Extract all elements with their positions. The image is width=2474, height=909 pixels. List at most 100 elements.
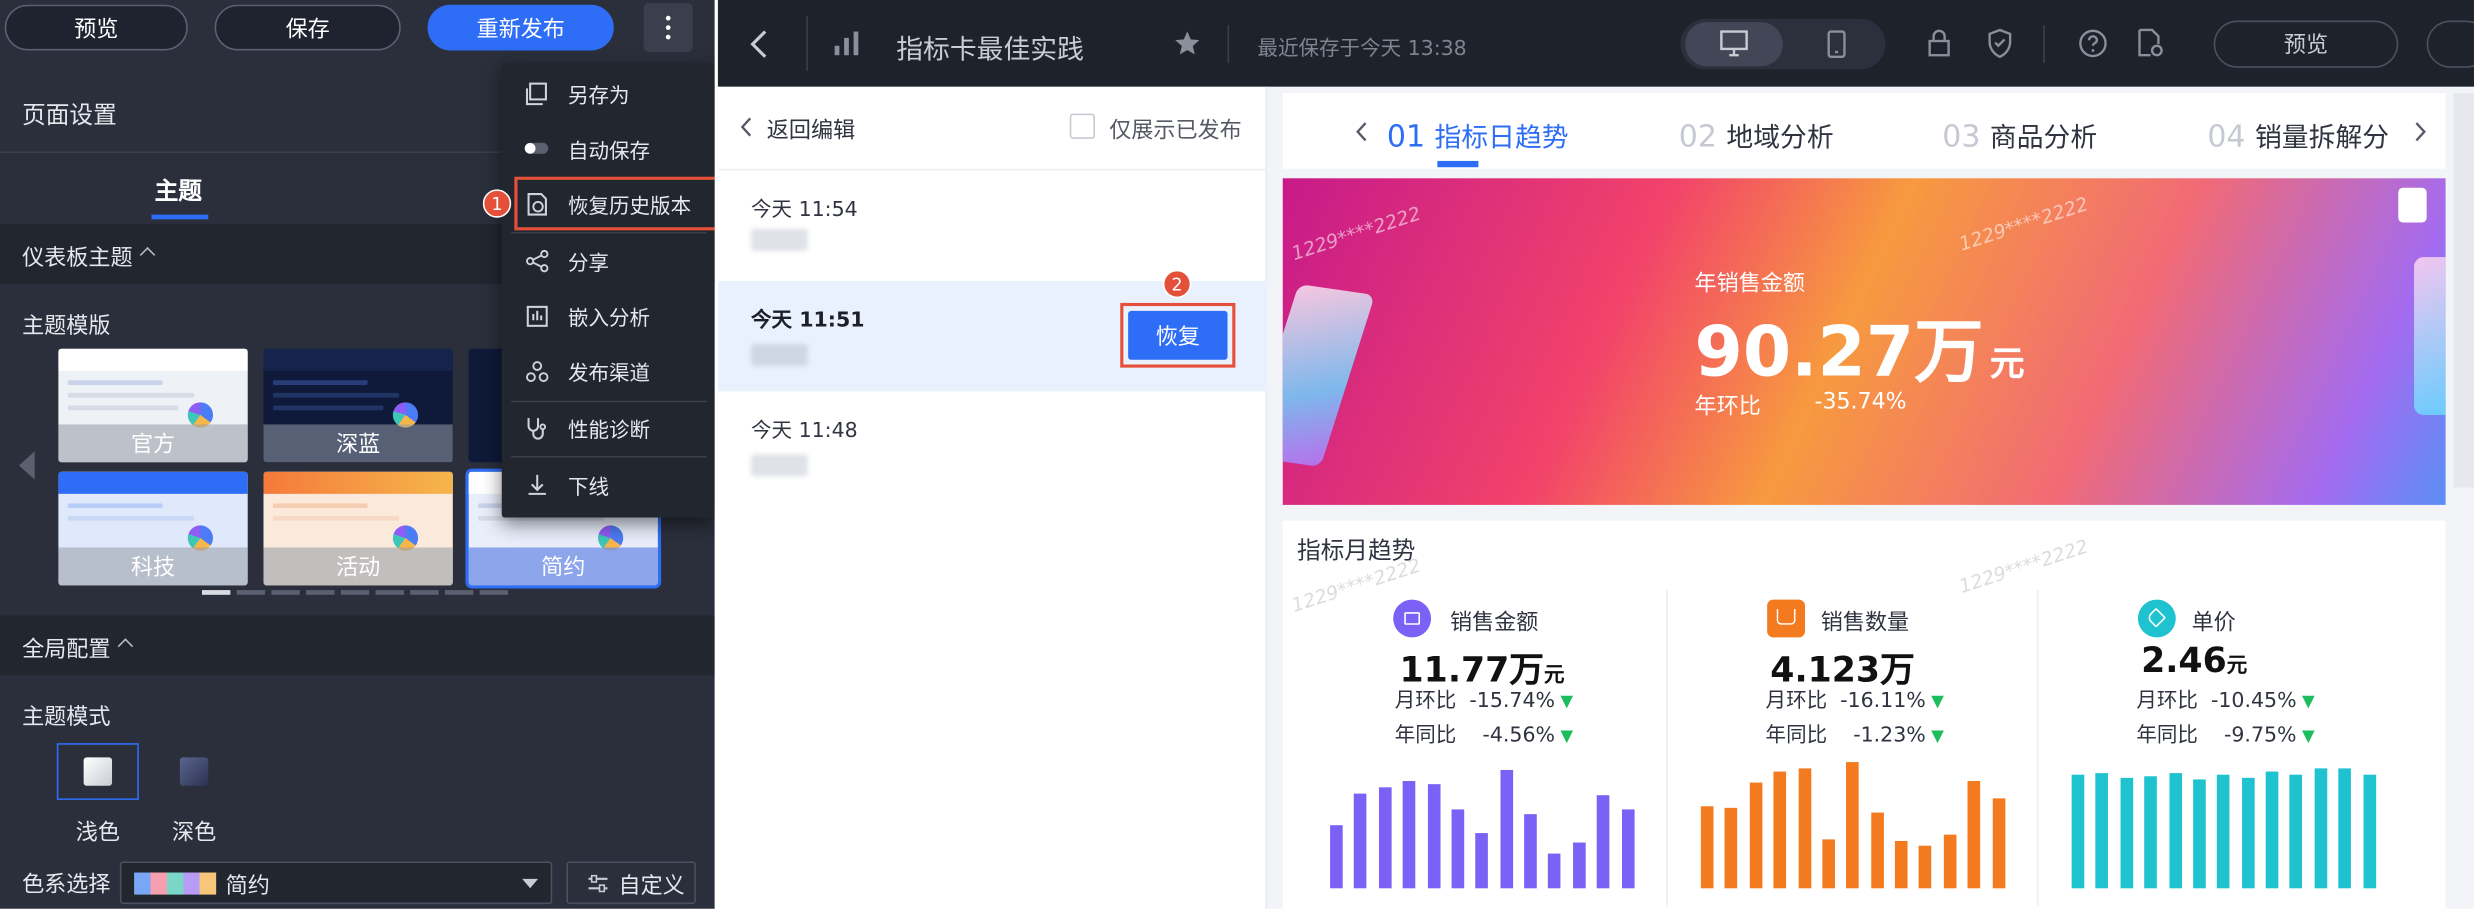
tab-region[interactable]: 02 地域分析 — [1679, 115, 1834, 155]
embed-icon — [524, 303, 549, 328]
carousel-dot[interactable] — [236, 590, 266, 595]
back-to-edit-link[interactable]: 返回编辑 — [767, 114, 855, 146]
template-official[interactable]: 官方 — [58, 348, 248, 463]
menu-item-save-as[interactable]: 另存为 — [502, 66, 715, 120]
step-badge-2: 2 — [1162, 269, 1192, 299]
light-mode-option[interactable] — [56, 743, 139, 800]
kpi-value: 2.46元 — [2141, 642, 2248, 682]
menu-item-autosave[interactable]: 自动保存 — [502, 121, 715, 175]
more-menu-button[interactable] — [643, 3, 693, 53]
kpi-mom: 月环比 -16.11% — [1766, 683, 1944, 713]
history-time: 今天 11:48 — [751, 419, 858, 444]
chart-bar — [1797, 768, 1811, 889]
chart-bar — [2144, 776, 2158, 889]
back-arrow-icon[interactable] — [740, 117, 753, 138]
overflow-button[interactable] — [2426, 20, 2474, 68]
carousel-prev-icon[interactable] — [18, 451, 35, 480]
menu-item-embed[interactable]: 嵌入分析 — [502, 289, 715, 343]
history-item-selected[interactable]: 今天 11:51 恢复 2 — [717, 269, 1267, 392]
annual-sales-banner: 1229****2222 1229****2222 年销售金额 90.27万元 … — [1282, 178, 2446, 505]
color-swatch — [134, 872, 217, 895]
carousel-dot[interactable] — [410, 590, 439, 595]
tab-theme[interactable]: 主题 — [155, 174, 202, 207]
carousel-dot[interactable] — [375, 590, 404, 595]
tab-daily-trend[interactable]: 01 指标日趋势 — [1387, 115, 1569, 155]
template-label: 科技 — [58, 547, 248, 586]
tab-product[interactable]: 03 商品分析 — [1942, 115, 2097, 155]
mobile-icon[interactable] — [1827, 30, 1846, 58]
kpi-unit-price: 单价 2.46元 月环比 -10.45% 年同比 -9.75% — [2040, 592, 2406, 908]
desktop-option[interactable] — [1685, 22, 1783, 67]
preview-button[interactable]: 预览 — [4, 4, 188, 51]
carousel-dot[interactable] — [340, 590, 370, 595]
template-tech[interactable]: 科技 — [58, 471, 248, 586]
republish-button[interactable]: 重新发布 — [427, 4, 614, 51]
template-partial[interactable] — [468, 348, 504, 463]
carousel-dot[interactable] — [444, 590, 474, 595]
color-scheme-select[interactable]: 简约 — [119, 861, 553, 905]
star-icon[interactable] — [1174, 30, 1201, 57]
report-title: 指标卡最佳实践 — [896, 34, 1084, 67]
menu-item-share[interactable]: 分享 — [502, 234, 715, 288]
history-panel: 返回编辑 仅展示已发布 今天 11:54 今天 11:51 恢复 2 今天 11… — [717, 86, 1267, 909]
lock-icon[interactable] — [1926, 28, 1951, 57]
file-settings-icon[interactable] — [2136, 28, 2164, 58]
global-config-header[interactable]: 全局配置 — [0, 615, 715, 676]
left-settings-panel: 预览 保存 重新发布 页面设置 主题 仪表板主题 主题模版 官方 深蓝 科技 活… — [0, 0, 715, 909]
tab-sales-breakdown[interactable]: 04 销量拆解分 — [2207, 115, 2389, 155]
preview-top-button[interactable]: 预览 — [2213, 20, 2399, 68]
tab-prev-icon[interactable] — [1355, 121, 1368, 142]
kpi-mom: 月环比 -10.45% — [2136, 683, 2314, 713]
menu-item-offline[interactable]: 下线 — [502, 458, 715, 512]
menu-item-restore-history[interactable]: 恢复历史版本 — [514, 176, 715, 231]
banner-yoy-label: 年环比 — [1694, 394, 1761, 420]
chart-bar — [1572, 842, 1586, 889]
save-button[interactable]: 保存 — [214, 4, 401, 51]
carousel-dot[interactable] — [479, 590, 509, 595]
history-icon — [524, 191, 549, 216]
scrollbar[interactable] — [2453, 93, 2474, 488]
chart-bar — [2095, 773, 2109, 889]
kpi-yoy: 年同比 -4.56% — [1395, 718, 1573, 748]
menu-item-label: 恢复历史版本 — [568, 194, 692, 219]
only-published-label: 仅展示已发布 — [1109, 118, 1242, 144]
tab-next-icon[interactable] — [2414, 121, 2427, 142]
menu-item-publish-channel[interactable]: 发布渠道 — [502, 344, 715, 398]
history-item[interactable]: 今天 11:54 — [718, 170, 1267, 280]
wallet-icon — [1393, 599, 1432, 638]
carousel-dot[interactable] — [306, 590, 335, 595]
only-published-checkbox[interactable] — [1069, 113, 1095, 139]
share-icon — [524, 248, 549, 273]
restore-button[interactable]: 恢复 — [1128, 310, 1228, 360]
history-item[interactable]: 今天 11:48 — [718, 391, 1267, 501]
menu-item-label: 发布渠道 — [568, 362, 651, 386]
template-deep-blue[interactable]: 深蓝 — [263, 348, 453, 463]
sliders-icon — [588, 874, 608, 893]
kpi-yoy: 年同比 -9.75% — [2136, 718, 2314, 748]
template-event[interactable]: 活动 — [263, 471, 453, 586]
color-scheme-label: 色系选择 — [22, 872, 111, 898]
chart-bar — [1499, 769, 1513, 889]
customize-button[interactable]: 自定义 — [566, 861, 696, 905]
chart-bar — [1895, 840, 1908, 889]
chart-bar — [1846, 762, 1860, 889]
shield-icon[interactable] — [1986, 28, 2013, 59]
history-time: 今天 11:54 — [751, 198, 858, 223]
menu-item-performance[interactable]: 性能诊断 — [502, 401, 715, 455]
template-label: 深蓝 — [263, 424, 453, 463]
kpi-sales-quantity: 销售数量 4.123万 月环比 -16.11% 年同比 -1.23% — [1669, 592, 2035, 908]
customize-label: 自定义 — [618, 874, 685, 900]
banner-value: 90.27万元 — [1694, 312, 2025, 393]
dark-mode-option[interactable] — [153, 743, 235, 800]
carousel-dot[interactable] — [201, 590, 231, 595]
help-icon[interactable] — [2078, 28, 2108, 58]
carousel-dot[interactable] — [271, 590, 300, 595]
light-mode-label: 浅色 — [75, 820, 120, 846]
chart-bar — [2168, 773, 2182, 889]
chart-bar — [2217, 774, 2230, 889]
kpi-name: 单价 — [2191, 610, 2236, 636]
back-icon[interactable] — [749, 28, 768, 60]
chart-bar — [1354, 793, 1367, 889]
template-label: 活动 — [263, 547, 453, 586]
collapse-icon — [117, 638, 134, 654]
